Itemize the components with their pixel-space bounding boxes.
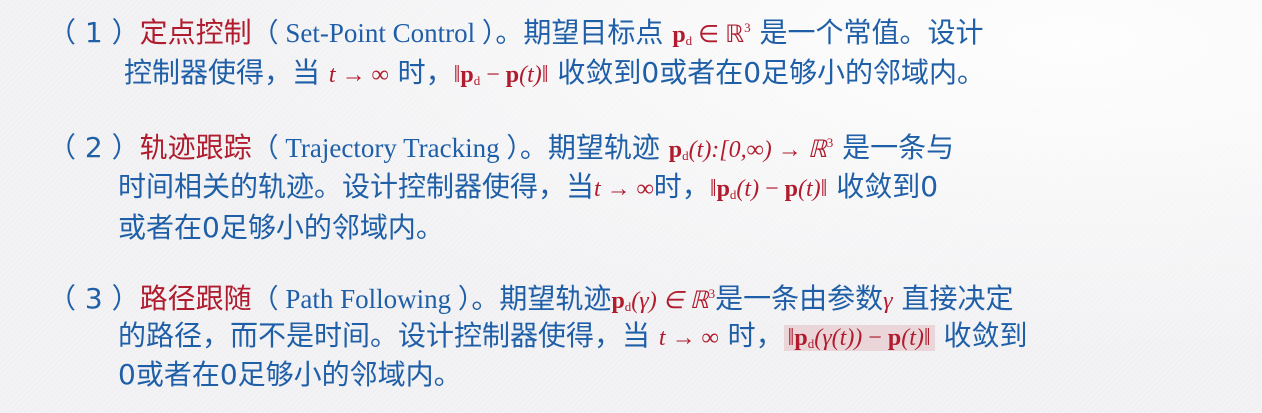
item3-text3: 直接决定 — [892, 282, 1014, 315]
item2-line3: 或者在0足够小的邻域内。 — [118, 210, 444, 246]
item3-keyword: 路径跟随 — [139, 282, 252, 315]
item2-number: （ 2 ） — [48, 131, 140, 164]
item3-line2: 的路径，而不是时间。设计控制器使得，当 t → ∞ 时， ‖pd(γ(t)) − … — [118, 318, 1028, 362]
item2-line1: （ 2 ）轨迹跟踪（ Trajectory Tracking ）。期望轨迹 pd… — [48, 125, 954, 174]
item3-text5: 时， — [718, 319, 784, 352]
item3-text7: 0或者在0足够小的邻域内。 — [118, 358, 462, 391]
item1-line1: （ 1 ）定点控制（ Set-Point Control ）。期望目标点 pd … — [48, 10, 984, 59]
item1-text5: 收敛到0或者在0足够小的邻域内。 — [548, 56, 986, 89]
item1-keyword: 定点控制 — [139, 16, 252, 49]
slide: （ 1 ）定点控制（ Set-Point Control ）。期望目标点 pd … — [0, 0, 1262, 413]
item2-text2: 是一条与 — [833, 131, 955, 164]
item3-text2: 是一条由参数 — [715, 282, 884, 315]
item1-formula-error-norm: ‖pd − p(t)‖ — [453, 62, 549, 88]
item3-text: 。期望轨迹 — [471, 282, 612, 315]
item2-english: （ Trajectory Tracking ） — [251, 133, 520, 163]
item1-text: 。期望目标点 — [495, 16, 673, 49]
item2-formula-trajectory: pd(t):[0,∞) → ℝ3 — [668, 135, 834, 163]
item3-number: （ 3 ） — [48, 282, 140, 315]
item3-gamma: γ — [883, 288, 893, 314]
item2-text: 。期望轨迹 — [519, 131, 669, 164]
item1-number: （ 1 ） — [48, 16, 140, 49]
item1-line2: 控制器使得，当 t → ∞ 时，‖pd − p(t)‖ 收敛到0或者在0足够小的… — [124, 55, 985, 99]
item3-formula-t-to-inf: t → ∞ — [658, 325, 719, 351]
item3-english: （ Path Following ） — [251, 284, 472, 314]
item3-formula-error-norm-highlighted: ‖pd(γ(t)) − p(t)‖ — [783, 325, 935, 351]
item1-formula-pd-in-r3: pd ∈ ℝ3 — [672, 20, 751, 48]
item2-formula-error-norm: ‖pd(t) − p(t)‖ — [709, 176, 828, 202]
item3-formula-path: pd(γ) ∈ ℝ3 — [611, 286, 716, 314]
item2-text3: 时间相关的轨迹。设计控制器使得，当 — [118, 170, 595, 203]
item1-text2: 是一个常值。设计 — [750, 16, 984, 49]
item2-text5: 收敛到0 — [827, 170, 939, 203]
item1-english: （ Set-Point Control ） — [251, 18, 496, 48]
item2-text4: 时， — [653, 170, 710, 203]
item3-text6: 收敛到 — [934, 319, 1028, 352]
item1-text3: 控制器使得，当 — [124, 56, 329, 89]
item2-line2: 时间相关的轨迹。设计控制器使得，当t → ∞时，‖pd(t) − p(t)‖ 收… — [118, 169, 938, 213]
item2-keyword: 轨迹跟踪 — [139, 131, 252, 164]
item1-formula-t-to-inf: t → ∞ — [328, 62, 389, 88]
item2-formula-t-to-inf: t → ∞ — [594, 176, 654, 202]
item2-text6: 或者在0足够小的邻域内。 — [118, 211, 444, 244]
item3-text4: 的路径，而不是时间。设计控制器使得，当 — [118, 319, 659, 352]
item3-line3: 0或者在0足够小的邻域内。 — [118, 357, 462, 393]
item1-text4: 时， — [388, 56, 454, 89]
